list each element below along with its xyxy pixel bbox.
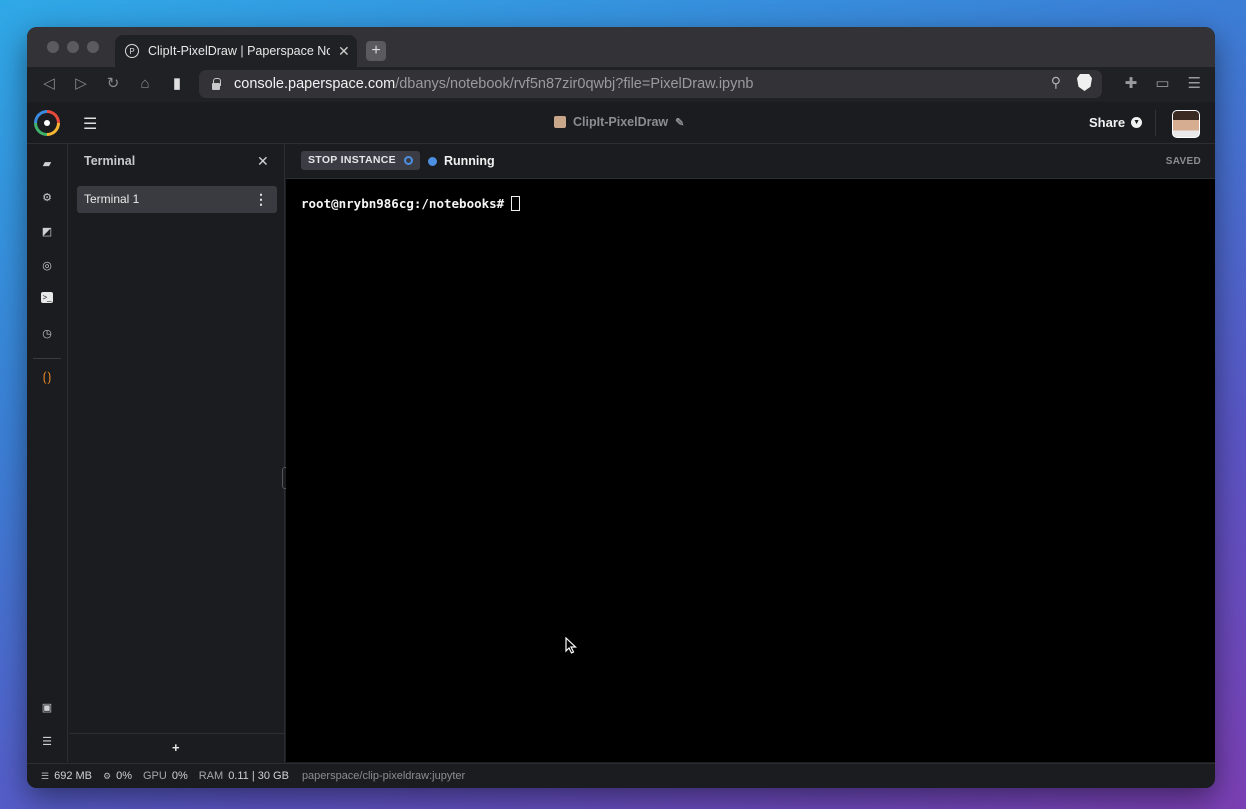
add-terminal-button[interactable]: + bbox=[172, 740, 180, 755]
gallery-settings-icon[interactable]: ▣ bbox=[39, 700, 55, 716]
ram-label: RAM bbox=[198, 770, 224, 782]
share-button[interactable]: Share ▼ bbox=[1089, 115, 1143, 130]
chevron-down-icon: ▼ bbox=[1131, 117, 1143, 128]
saved-indicator: SAVED bbox=[1165, 156, 1201, 167]
forward-icon[interactable]: ▷ bbox=[71, 74, 91, 94]
browser-tab[interactable]: P ClipIt-PixelDraw | Paperspace Notebook… bbox=[115, 35, 357, 67]
home-icon[interactable]: ⌂ bbox=[135, 74, 155, 94]
extensions-icon[interactable]: ✚ bbox=[1125, 74, 1138, 92]
tab-strip: P ClipIt-PixelDraw | Paperspace Notebook… bbox=[27, 27, 1215, 67]
status-label: Running bbox=[444, 154, 495, 168]
gpu-label: GPU bbox=[142, 770, 167, 782]
power-icon bbox=[403, 156, 413, 165]
zoom-icon[interactable]: ⚲ bbox=[1051, 74, 1061, 91]
cpu-icon: ⚙ bbox=[103, 771, 112, 781]
list-item-terminal-1[interactable]: Terminal 1 ⋮ bbox=[77, 186, 277, 213]
cpu-value: 0% bbox=[116, 770, 132, 782]
more-options-icon[interactable]: ⋮ bbox=[254, 186, 268, 213]
search-file-icon[interactable]: ◎ bbox=[39, 258, 55, 274]
address-bar[interactable]: console.paperspace.com/dbanys/notebook/r… bbox=[199, 70, 1102, 98]
hamburger-menu-icon[interactable]: ☰ bbox=[83, 114, 97, 134]
new-tab-button[interactable]: + bbox=[366, 41, 386, 61]
lock-icon bbox=[211, 78, 221, 90]
storage-stat: ☰ 692 MB bbox=[41, 770, 92, 782]
clock-icon[interactable]: ◷ bbox=[39, 326, 55, 342]
bookmark-icon[interactable]: ▮ bbox=[167, 74, 187, 94]
icon-rail: ▰ ⚙ ◩ ◎ >_ ◷ ⟮⟯ ▣ ☰ bbox=[27, 144, 68, 762]
terminal-cursor bbox=[511, 196, 521, 211]
terminal-prompt: root@nrybn986cg:/notebooks# bbox=[301, 196, 521, 211]
paperspace-logo[interactable] bbox=[34, 110, 60, 136]
terminal-sidebar: Terminal ✕ Terminal 1 ⋮ + bbox=[69, 144, 285, 762]
instance-status: Running bbox=[428, 154, 495, 168]
back-icon[interactable]: ◁ bbox=[39, 74, 59, 94]
terminal-view[interactable]: root@nrybn986cg:/notebooks# bbox=[286, 179, 1215, 762]
wallet-icon[interactable]: ▭ bbox=[1155, 74, 1169, 92]
sidebar-title: Terminal bbox=[84, 154, 136, 168]
stop-instance-button[interactable]: STOP INSTANCE bbox=[301, 151, 420, 170]
cpu-icon[interactable]: ⚙ bbox=[39, 190, 55, 206]
user-avatar[interactable] bbox=[1172, 110, 1200, 138]
jupyter-icon[interactable]: ⟮⟯ bbox=[39, 369, 55, 385]
database-icon[interactable]: ☰ bbox=[39, 734, 55, 750]
browser-menu-icon[interactable]: ☰ bbox=[1188, 74, 1201, 92]
minimize-window-button[interactable] bbox=[67, 41, 79, 53]
cpu-stat: ⚙ 0% bbox=[103, 770, 132, 782]
browser-toolbar: ◁ ▷ ↻ ⌂ ▮ console.paperspace.com/dbanys/… bbox=[27, 67, 1215, 102]
notebook-title-text: ClipIt-PixelDraw bbox=[573, 115, 669, 129]
rail-divider bbox=[33, 358, 61, 359]
owner-avatar bbox=[554, 116, 566, 128]
tab-close-icon[interactable]: ✕ bbox=[338, 43, 350, 60]
paperspace-favicon-icon: P bbox=[125, 44, 139, 58]
status-bar: ☰ 692 MB ⚙ 0% GPU 0% RAM 0.11 | 30 GB papers… bbox=[27, 763, 1215, 788]
notebook-title[interactable]: ClipIt-PixelDraw ✎ bbox=[554, 115, 684, 129]
container-image: paperspace/clip-pixeldraw:jupyter bbox=[301, 770, 466, 782]
ram-value: 0.11 | 30 GB bbox=[228, 770, 289, 782]
brave-shield-icon[interactable] bbox=[1077, 74, 1092, 91]
tab-title: ClipIt-PixelDraw | Paperspace Notebook bbox=[148, 44, 330, 58]
url-host: console.paperspace.com bbox=[234, 76, 396, 92]
folder-icon[interactable]: ▰ bbox=[39, 156, 55, 172]
prompt-text: root@nrybn986cg:/notebooks# bbox=[301, 196, 505, 211]
close-icon[interactable]: ✕ bbox=[257, 153, 269, 170]
main-panel: STOP INSTANCE Running SAVED root@nrybn98… bbox=[286, 144, 1215, 762]
storage-icon: ☰ bbox=[41, 771, 50, 781]
browser-window: P ClipIt-PixelDraw | Paperspace Notebook… bbox=[27, 27, 1215, 788]
close-window-button[interactable] bbox=[47, 41, 59, 53]
status-dot-icon bbox=[428, 156, 437, 166]
reload-icon[interactable]: ↻ bbox=[103, 74, 123, 94]
maximize-window-button[interactable] bbox=[87, 41, 99, 53]
instance-bar: STOP INSTANCE Running SAVED bbox=[286, 144, 1215, 179]
stop-instance-label: STOP INSTANCE bbox=[308, 154, 396, 166]
terminal-item-label: Terminal 1 bbox=[84, 192, 140, 206]
divider bbox=[1155, 110, 1156, 136]
storage-value: 692 MB bbox=[54, 770, 92, 782]
sidebar-footer: + bbox=[69, 733, 285, 762]
chart-icon[interactable]: ◩ bbox=[39, 224, 55, 240]
gpu-value: 0% bbox=[171, 770, 188, 782]
terminal-icon[interactable]: >_ bbox=[41, 292, 53, 303]
app-header: ☰ ClipIt-PixelDraw ✎ Share ▼ bbox=[27, 102, 1215, 144]
paperspace-app: ☰ ClipIt-PixelDraw ✎ Share ▼ ▰ ⚙ ◩ ◎ >_ … bbox=[27, 102, 1215, 788]
mouse-pointer-icon bbox=[565, 637, 577, 654]
edit-icon[interactable]: ✎ bbox=[675, 116, 684, 129]
gpu-stat: GPU 0% bbox=[143, 770, 188, 782]
share-label: Share bbox=[1089, 115, 1126, 130]
url-path: /dbanys/notebook/rvf5n87zir0qwbj?file=Pi… bbox=[395, 76, 754, 92]
ram-stat: RAM 0.11 | 30 GB bbox=[199, 770, 289, 782]
